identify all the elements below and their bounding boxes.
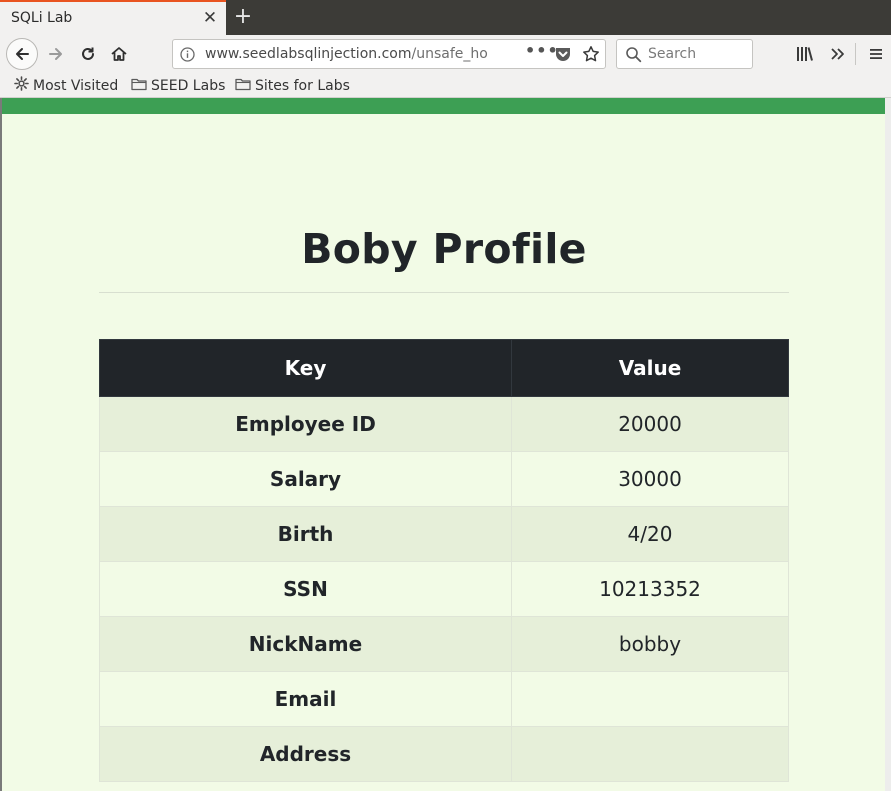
row-key: Birth (99, 506, 512, 562)
navigation-toolbar: www.seedlabsqlinjection.com/unsafe_ho ••… (0, 35, 891, 73)
folder-icon (235, 77, 251, 95)
chevron-double-right-icon[interactable] (824, 40, 852, 68)
bookmark-label: Sites for Labs (255, 77, 350, 94)
row-key: Salary (99, 451, 512, 507)
row-value (511, 726, 789, 782)
profile-table: Key Value Employee ID 20000 Salary 30000… (99, 339, 789, 782)
search-icon (625, 46, 642, 67)
gear-icon (14, 76, 29, 95)
table-header-row: Key Value (99, 339, 789, 397)
bookmark-most-visited[interactable]: Most Visited (14, 76, 118, 95)
table-row: Email (99, 671, 789, 727)
row-key: Employee ID (99, 396, 512, 452)
tab-title: SQLi Lab (11, 10, 73, 26)
table-row: Employee ID 20000 (99, 396, 789, 452)
bookmark-sites-for-labs[interactable]: Sites for Labs (235, 76, 350, 95)
row-value (511, 671, 789, 727)
tab-strip: SQLi Lab ✕ + (0, 0, 891, 35)
url-host: www.seedlabsqlinjection.com (205, 46, 412, 62)
star-icon[interactable] (582, 45, 600, 67)
table-row: Address (99, 726, 789, 782)
row-value: 10213352 (511, 561, 789, 617)
bookmarks-toolbar: Most Visited SEED Labs Sites for Labs (0, 73, 891, 98)
forward-arrow-icon[interactable] (42, 40, 70, 68)
row-key: Address (99, 726, 512, 782)
row-value: 20000 (511, 396, 789, 452)
bookmark-label: Most Visited (33, 77, 119, 94)
table-row: NickName bobby (99, 616, 789, 672)
plus-icon[interactable]: + (231, 4, 255, 30)
table-row: SSN 10213352 (99, 561, 789, 617)
bookmark-seed-labs[interactable]: SEED Labs (131, 76, 225, 95)
search-placeholder: Search (648, 46, 697, 62)
row-value: 4/20 (511, 506, 789, 562)
table-row: Birth 4/20 (99, 506, 789, 562)
toolbar-separator (855, 43, 856, 65)
row-key: NickName (99, 616, 512, 672)
row-value: bobby (511, 616, 789, 672)
row-key: Email (99, 671, 512, 727)
pocket-icon[interactable] (554, 46, 572, 67)
row-key: SSN (99, 561, 512, 617)
table-row: Salary 30000 (99, 451, 789, 507)
folder-icon (131, 77, 147, 95)
back-arrow-icon[interactable] (6, 38, 38, 70)
address-bar[interactable]: www.seedlabsqlinjection.com/unsafe_ho ••… (172, 39, 606, 69)
window-edge (0, 98, 2, 791)
home-icon[interactable] (105, 40, 133, 68)
header-stripe (2, 98, 885, 114)
info-icon[interactable] (179, 46, 196, 63)
reload-icon[interactable] (74, 40, 102, 68)
title-divider (99, 292, 789, 293)
library-icon[interactable] (791, 40, 819, 68)
scrollbar[interactable] (885, 98, 891, 791)
bookmark-label: SEED Labs (151, 77, 226, 94)
column-header-value: Value (511, 339, 789, 397)
url-text[interactable]: www.seedlabsqlinjection.com/unsafe_ho (205, 46, 491, 62)
tab-sqli-lab[interactable]: SQLi Lab ✕ (0, 0, 226, 35)
url-path: /unsafe_ho (411, 46, 488, 62)
search-input[interactable]: Search (616, 39, 753, 69)
row-value: 30000 (511, 451, 789, 507)
hamburger-menu-icon[interactable] (862, 40, 890, 68)
page-title: Boby Profile (301, 225, 587, 273)
column-header-key: Key (99, 339, 512, 397)
close-icon[interactable]: ✕ (200, 8, 220, 28)
